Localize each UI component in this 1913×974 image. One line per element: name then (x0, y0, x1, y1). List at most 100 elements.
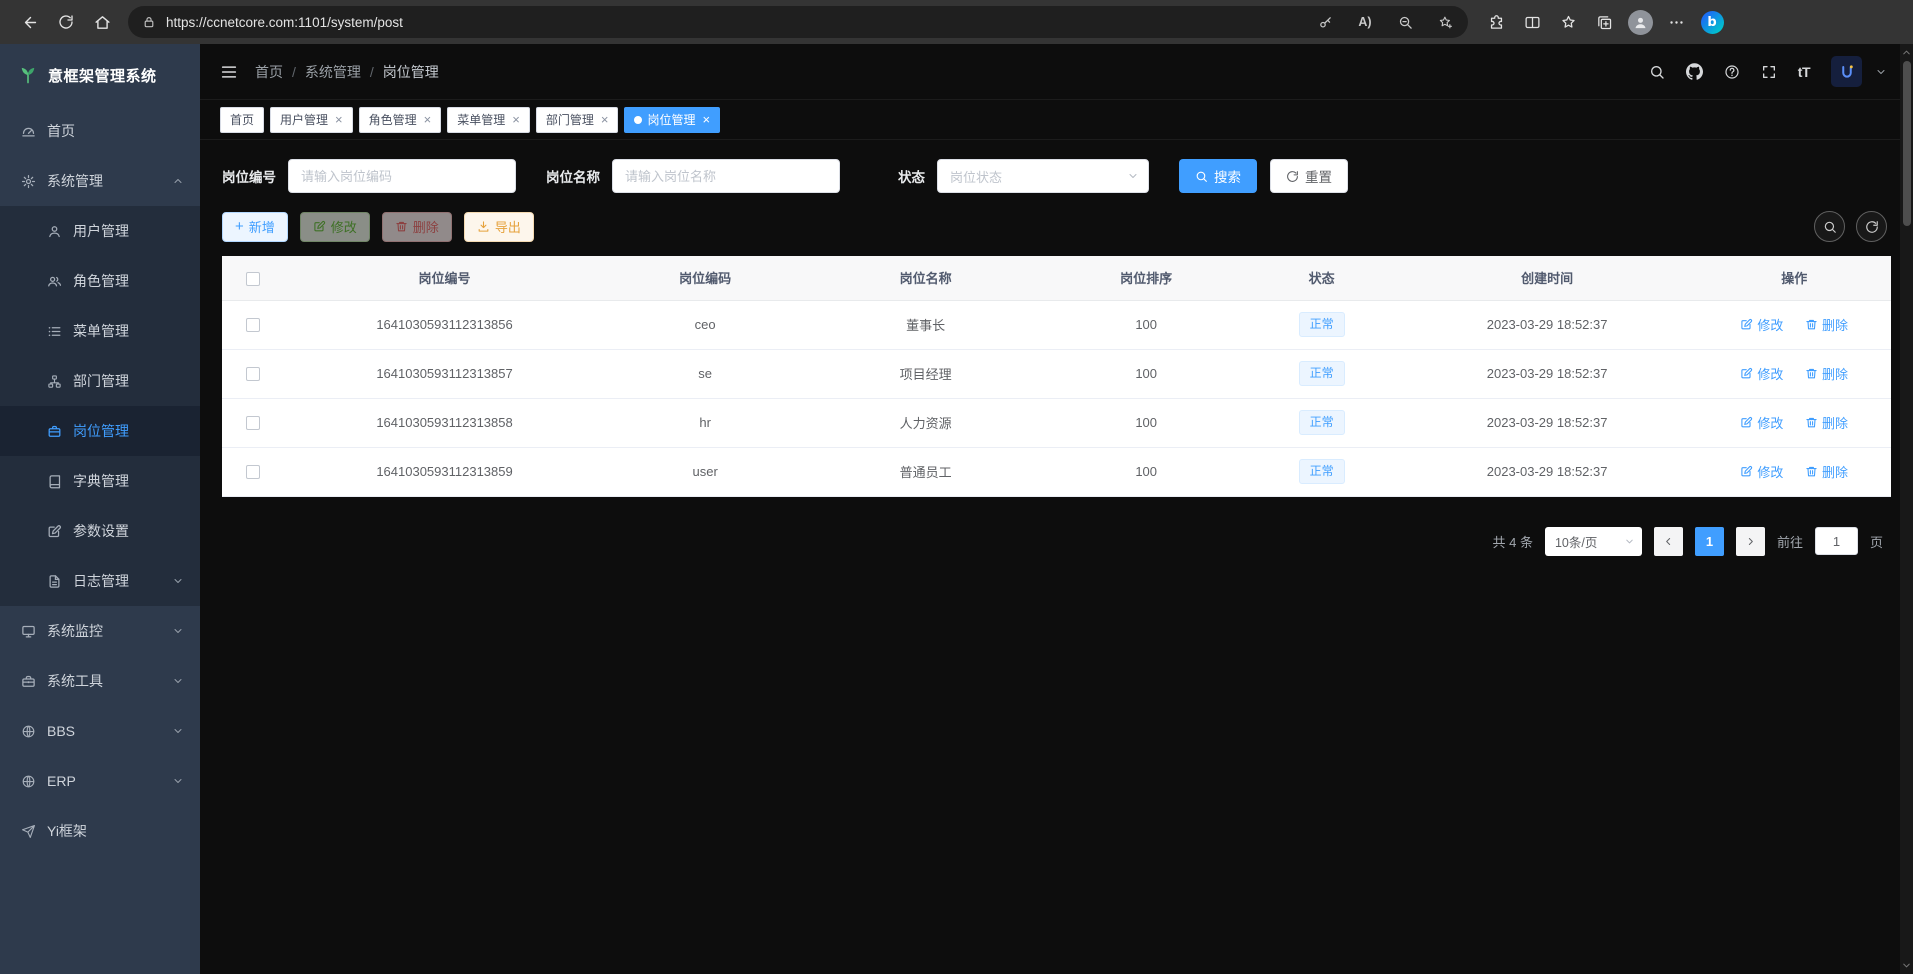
close-icon[interactable]: × (512, 112, 520, 127)
edit-icon (47, 524, 62, 539)
tab-user-mgmt[interactable]: 用户管理 × (270, 107, 353, 133)
breadcrumb-system-mgmt[interactable]: 系统管理 (305, 62, 361, 82)
fullscreen-icon[interactable] (1761, 64, 1777, 80)
globe-icon (21, 724, 36, 739)
sidebar-item-system-monitor[interactable]: 系统监控 (0, 606, 200, 656)
refresh-table-button[interactable] (1856, 211, 1887, 242)
row-delete-link[interactable]: 删除 (1805, 462, 1848, 481)
sidebar-item-home[interactable]: 首页 (0, 106, 200, 156)
post-name-input[interactable] (612, 159, 840, 193)
breadcrumb-home[interactable]: 首页 (255, 62, 283, 82)
col-header-post-code: 岗位编码 (605, 256, 805, 300)
extensions-icon[interactable] (1478, 5, 1514, 39)
row-edit-link[interactable]: 修改 (1740, 315, 1783, 334)
header-search-icon[interactable] (1649, 64, 1665, 80)
sidebar-item-param-settings[interactable]: 参数设置 (0, 506, 200, 556)
reset-button[interactable]: 重置 (1270, 159, 1348, 193)
split-screen-icon[interactable] (1514, 5, 1550, 39)
sidebar-item-role-mgmt[interactable]: 角色管理 (0, 256, 200, 306)
sidebar-item-erp[interactable]: ERP (0, 756, 200, 806)
sidebar-item-system-tools[interactable]: 系统工具 (0, 656, 200, 706)
zoom-icon[interactable] (1390, 8, 1420, 36)
status-select[interactable]: 岗位状态 (937, 159, 1149, 193)
cell-actions: 修改 删除 (1697, 398, 1891, 447)
next-page-button[interactable] (1736, 527, 1765, 556)
close-icon[interactable]: × (424, 112, 432, 127)
cell-post-name: 董事长 (805, 300, 1046, 349)
page-size-select[interactable]: 10条/页 (1545, 527, 1642, 556)
collections-icon[interactable] (1586, 5, 1622, 39)
row-edit-link[interactable]: 修改 (1740, 413, 1783, 432)
export-button[interactable]: 导出 (464, 212, 534, 242)
add-button[interactable]: + 新增 (222, 212, 288, 242)
password-key-icon[interactable] (1310, 8, 1340, 36)
sidebar-item-dept-mgmt[interactable]: 部门管理 (0, 356, 200, 406)
close-icon[interactable]: × (702, 112, 710, 127)
home-button[interactable] (84, 5, 120, 39)
scroll-down-icon[interactable] (1901, 960, 1912, 971)
row-edit-link[interactable]: 修改 (1740, 364, 1783, 383)
site-permissions-icon[interactable] (142, 15, 156, 29)
post-code-input[interactable] (288, 159, 516, 193)
reload-button[interactable] (48, 5, 84, 39)
user-avatar[interactable] (1831, 56, 1862, 87)
back-button[interactable] (12, 5, 48, 39)
favorites-icon[interactable] (1550, 5, 1586, 39)
add-favorite-star-icon[interactable] (1430, 8, 1460, 36)
browser-menu-icon[interactable] (1658, 5, 1694, 39)
profile-avatar[interactable] (1622, 5, 1658, 39)
add-button-label: 新增 (249, 217, 275, 236)
tab-menu-mgmt[interactable]: 菜单管理 × (447, 107, 530, 133)
sidebar-item-user-mgmt[interactable]: 用户管理 (0, 206, 200, 256)
app-logo[interactable]: 意框架管理系统 (0, 44, 200, 106)
row-delete-link[interactable]: 删除 (1805, 315, 1848, 334)
scrollbar-thumb[interactable] (1903, 61, 1911, 226)
sidebar-item-dict-mgmt[interactable]: 字典管理 (0, 456, 200, 506)
trash-icon (1805, 465, 1818, 478)
tab-role-mgmt[interactable]: 角色管理 × (359, 107, 442, 133)
prev-page-button[interactable] (1654, 527, 1683, 556)
tab-home[interactable]: 首页 (220, 107, 264, 133)
row-checkbox[interactable] (246, 318, 260, 332)
address-bar[interactable]: https://ccnetcore.com:1101/system/post A… (128, 6, 1468, 38)
close-icon[interactable]: × (335, 112, 343, 127)
scroll-up-icon[interactable] (1901, 47, 1912, 58)
edit-button-label: 修改 (331, 217, 357, 236)
sidebar-toggle-icon[interactable] (220, 63, 238, 81)
sidebar-item-system-mgmt[interactable]: 系统管理 (0, 156, 200, 206)
select-all-checkbox[interactable] (246, 272, 260, 286)
page-scrollbar[interactable] (1900, 44, 1913, 974)
row-edit-link[interactable]: 修改 (1740, 462, 1783, 481)
sidebar-item-post-mgmt[interactable]: 岗位管理 (0, 406, 200, 456)
font-size-icon[interactable]: tT (1798, 64, 1810, 80)
tab-post-mgmt[interactable]: 岗位管理 × (624, 107, 720, 133)
row-checkbox[interactable] (246, 367, 260, 381)
tab-label: 首页 (230, 111, 254, 128)
row-delete-link[interactable]: 删除 (1805, 413, 1848, 432)
goto-page-input[interactable] (1815, 527, 1858, 555)
toggle-search-button[interactable] (1814, 211, 1845, 242)
read-aloud-icon[interactable]: A) (1350, 8, 1380, 36)
trash-icon (1805, 416, 1818, 429)
edit-button[interactable]: 修改 (300, 212, 370, 242)
sidebar-item-log-mgmt[interactable]: 日志管理 (0, 556, 200, 606)
github-icon[interactable] (1686, 63, 1703, 80)
bing-copilot-icon[interactable]: b (1694, 5, 1730, 39)
sidebar-item-label: 首页 (47, 121, 75, 141)
help-icon[interactable] (1724, 64, 1740, 80)
row-checkbox[interactable] (246, 416, 260, 430)
page-1-button[interactable]: 1 (1695, 527, 1724, 556)
sidebar-item-menu-mgmt[interactable]: 菜单管理 (0, 306, 200, 356)
tab-dept-mgmt[interactable]: 部门管理 × (536, 107, 619, 133)
sidebar-item-yi-framework[interactable]: Yi框架 (0, 806, 200, 856)
sidebar-item-bbs[interactable]: BBS (0, 706, 200, 756)
avatar-caret-icon[interactable] (1875, 66, 1887, 78)
row-checkbox[interactable] (246, 465, 260, 479)
close-icon[interactable]: × (601, 112, 609, 127)
cell-post-name: 普通员工 (805, 447, 1046, 496)
delete-button[interactable]: 删除 (382, 212, 452, 242)
list-icon (47, 324, 62, 339)
row-delete-link[interactable]: 删除 (1805, 364, 1848, 383)
url-text[interactable]: https://ccnetcore.com:1101/system/post (166, 15, 1300, 30)
search-button[interactable]: 搜索 (1179, 159, 1257, 193)
